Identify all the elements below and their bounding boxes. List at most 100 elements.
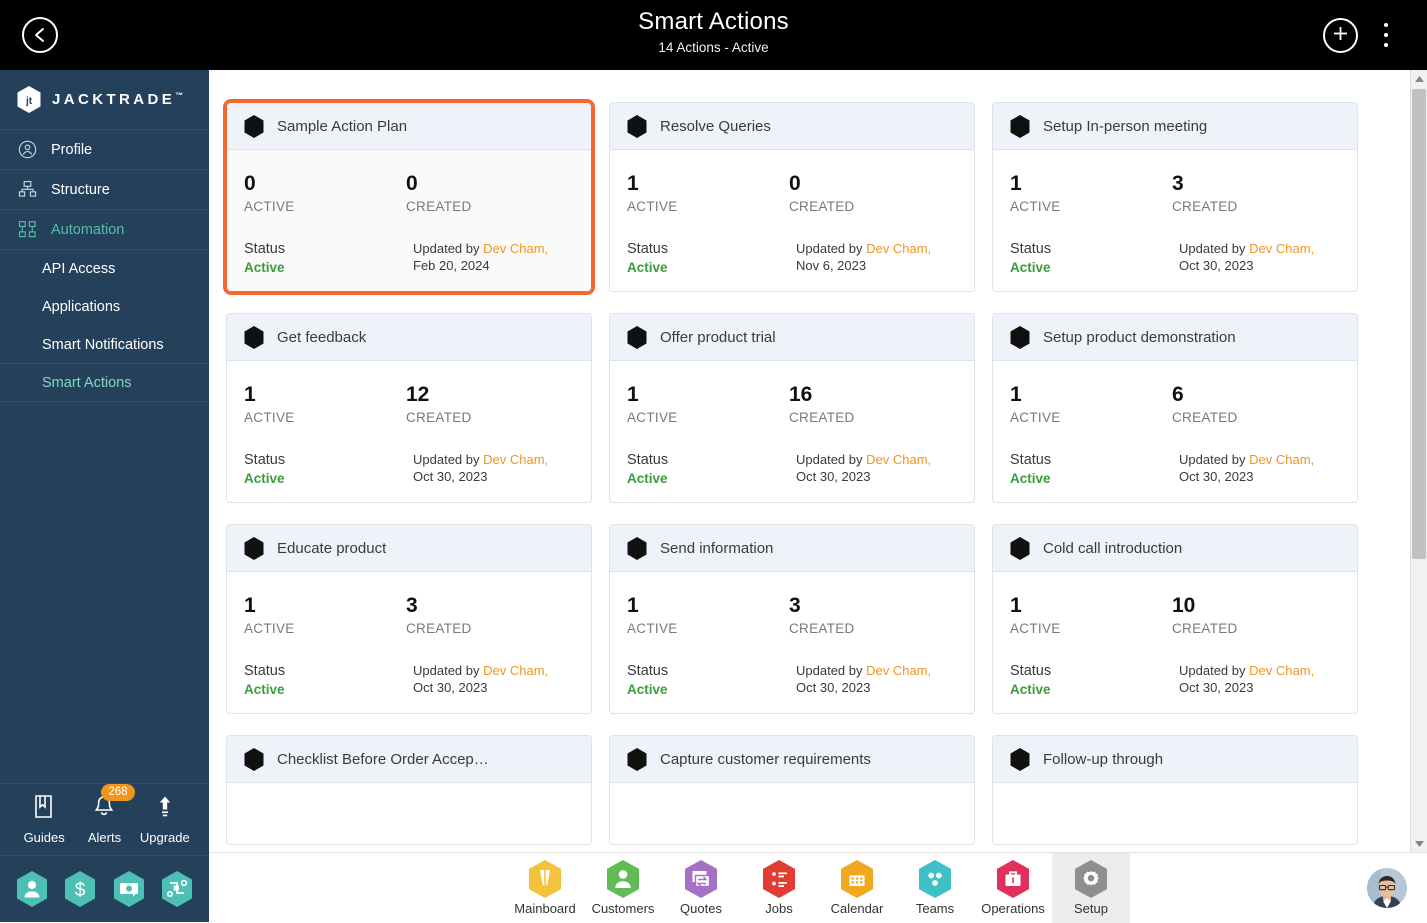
action-card[interactable]: Checklist Before Order Accep…: [226, 735, 592, 845]
nav-setup[interactable]: Setup: [1052, 853, 1130, 923]
money-transfer-hex-icon[interactable]: [112, 870, 146, 908]
updated-by-user[interactable]: Dev Cham,: [866, 241, 931, 256]
updated-date: Oct 30, 2023: [1179, 258, 1253, 273]
updated-by-user[interactable]: Dev Cham,: [1249, 452, 1314, 467]
metric-value: 1: [627, 594, 789, 618]
metric-value: 3: [789, 594, 951, 618]
action-card[interactable]: Sample Action Plan 0 ACTIVE 0 CREATED St…: [226, 102, 592, 292]
card-title: Educate product: [277, 540, 386, 557]
action-card[interactable]: Cold call introduction 1 ACTIVE 10 CREAT…: [992, 524, 1358, 714]
updated-by-user[interactable]: Dev Cham,: [866, 663, 931, 678]
action-hex-icon: [626, 747, 648, 772]
workflow-hex-icon[interactable]: [160, 870, 194, 908]
nav-calendar[interactable]: Calendar: [818, 853, 896, 923]
metric-value: 1: [627, 172, 789, 196]
card-header: Follow-up through: [993, 736, 1357, 783]
sidebar-item-automation[interactable]: Automation: [0, 210, 209, 250]
updated-by-user[interactable]: Dev Cham,: [1249, 241, 1314, 256]
action-card[interactable]: Educate product 1 ACTIVE 3 CREATED Statu…: [226, 524, 592, 714]
sidebar-subitem-label: Smart Actions: [42, 375, 131, 391]
card-title: Setup In-person meeting: [1043, 118, 1207, 135]
status-badge: Active: [627, 259, 668, 277]
metric-label: ACTIVE: [627, 410, 789, 425]
action-card[interactable]: Capture customer requirements: [609, 735, 975, 845]
overflow-menu-button[interactable]: [1373, 20, 1399, 50]
logo-wordmark: JACKTRADE: [52, 91, 175, 108]
sidebar-item-structure[interactable]: Structure: [0, 170, 209, 210]
sidebar-item-smart-notifications[interactable]: Smart Notifications: [0, 326, 209, 364]
user-avatar[interactable]: [1367, 868, 1407, 908]
upgrade-button[interactable]: Upgrade: [135, 794, 195, 845]
card-body: [993, 783, 1357, 845]
metric-label: ACTIVE: [1010, 621, 1172, 636]
add-action-button[interactable]: [1323, 18, 1358, 53]
action-hex-icon: [1009, 114, 1031, 139]
hierarchy-icon: [16, 179, 38, 201]
status-label: Status: [627, 451, 668, 470]
sidebar-item-applications[interactable]: Applications: [0, 288, 209, 326]
main-scrollbar[interactable]: [1410, 70, 1427, 852]
action-card[interactable]: Offer product trial 1 ACTIVE 16 CREATED …: [609, 313, 975, 503]
updated-by-user[interactable]: Dev Cham,: [483, 241, 548, 256]
nav-jobs[interactable]: Jobs: [740, 853, 818, 923]
alerts-button[interactable]: 268 Alerts: [74, 794, 134, 845]
metric-label: CREATED: [789, 199, 951, 214]
action-card[interactable]: Resolve Queries 1 ACTIVE 0 CREATED Statu…: [609, 102, 975, 292]
card-body: 1 ACTIVE 16 CREATED Status Active Update…: [610, 361, 974, 502]
metric-label: ACTIVE: [627, 199, 789, 214]
bottom-navigation: Mainboard Customers Quotes Jobs Calendar…: [209, 852, 1427, 922]
card-header: Send information: [610, 525, 974, 572]
card-header: Capture customer requirements: [610, 736, 974, 783]
metric-created: 3 CREATED: [789, 594, 951, 636]
scrollbar-thumb[interactable]: [1412, 89, 1426, 559]
sidebar-utility-row: Guides 268 Alerts Upgrade: [0, 783, 209, 855]
nav-quotes[interactable]: Quotes: [662, 853, 740, 923]
card-metrics: 1 ACTIVE 0 CREATED: [627, 172, 958, 214]
mainboard-hex-icon: [527, 859, 563, 899]
person-hex-icon[interactable]: [15, 870, 49, 908]
sidebar: jt JACKTRADE™ Profile Structure Automati…: [0, 70, 209, 922]
nav-teams[interactable]: Teams: [896, 853, 974, 923]
metric-label: CREATED: [789, 621, 951, 636]
updated-prefix: Updated by: [413, 241, 483, 256]
sidebar-item-api-access[interactable]: API Access: [0, 250, 209, 288]
action-card[interactable]: Setup In-person meeting 1 ACTIVE 3 CREAT…: [992, 102, 1358, 292]
action-card[interactable]: Send information 1 ACTIVE 3 CREATED Stat…: [609, 524, 975, 714]
card-body: 1 ACTIVE 3 CREATED Status Active Updated…: [227, 572, 591, 713]
upload-arrow-icon: [153, 794, 177, 825]
nav-label: Quotes: [680, 901, 722, 916]
card-header: Resolve Queries: [610, 103, 974, 150]
scroll-up-arrow-icon[interactable]: [1411, 70, 1427, 87]
metric-value: 3: [1172, 172, 1334, 196]
scroll-down-arrow-icon[interactable]: [1411, 835, 1427, 852]
updated-date: Oct 30, 2023: [413, 469, 487, 484]
updated-by-user[interactable]: Dev Cham,: [1249, 663, 1314, 678]
card-footer: Status Active Updated by Dev Cham,Oct 30…: [1010, 451, 1341, 488]
guides-button[interactable]: Guides: [14, 794, 74, 845]
action-card[interactable]: Get feedback 1 ACTIVE 12 CREATED Status: [226, 313, 592, 503]
metric-label: ACTIVE: [627, 621, 789, 636]
nav-mainboard[interactable]: Mainboard: [506, 853, 584, 923]
dollar-hex-icon[interactable]: $: [63, 870, 97, 908]
action-card[interactable]: Follow-up through: [992, 735, 1358, 845]
sidebar-item-profile[interactable]: Profile: [0, 130, 209, 170]
updated-by-user[interactable]: Dev Cham,: [483, 452, 548, 467]
card-footer: Status Active Updated by Dev Cham,Nov 6,…: [627, 240, 958, 277]
card-footer: Status Active Updated by Dev Cham,Oct 30…: [627, 451, 958, 488]
nav-operations[interactable]: Operations: [974, 853, 1052, 923]
sidebar-item-smart-actions[interactable]: Smart Actions: [0, 364, 209, 402]
updated-by-user[interactable]: Dev Cham,: [483, 663, 548, 678]
jobs-hex-icon: [761, 859, 797, 899]
brand-logo[interactable]: jt JACKTRADE™: [0, 70, 209, 130]
status-badge: Active: [1010, 470, 1051, 488]
sidebar-subitem-label: API Access: [42, 261, 115, 277]
metric-label: ACTIVE: [244, 410, 406, 425]
action-card[interactable]: Setup product demonstration 1 ACTIVE 6 C…: [992, 313, 1358, 503]
card-title: Sample Action Plan: [277, 118, 407, 135]
updated-by-user[interactable]: Dev Cham,: [866, 452, 931, 467]
card-body: 1 ACTIVE 3 CREATED Status Active Updated…: [993, 150, 1357, 291]
svg-text:$: $: [75, 880, 86, 901]
nav-customers[interactable]: Customers: [584, 853, 662, 923]
top-app-bar: Smart Actions 14 Actions - Active: [0, 0, 1427, 70]
card-header: Setup product demonstration: [993, 314, 1357, 361]
